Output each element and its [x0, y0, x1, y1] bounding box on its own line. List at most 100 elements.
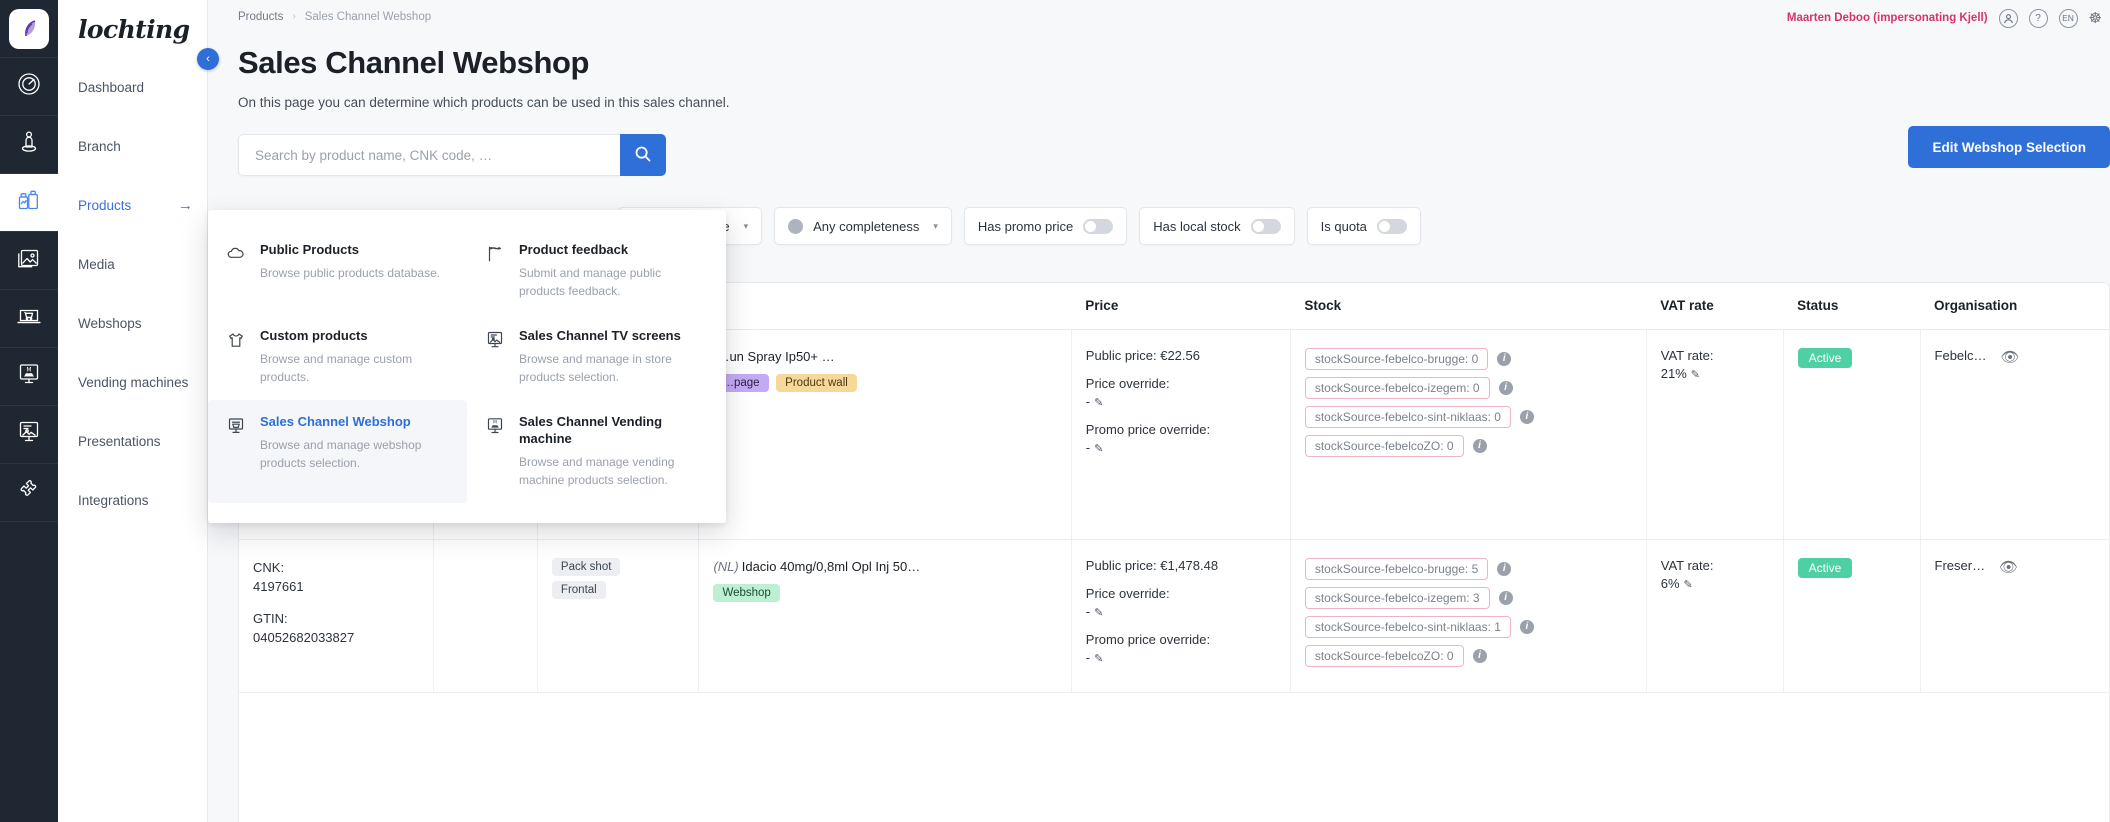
user-name[interactable]: Maarten Deboo (impersonating Kjell)	[1787, 12, 1988, 24]
cell-product: …un Spray Ip50+ … …page Product wall	[698, 329, 1072, 540]
info-icon[interactable]: i	[1472, 648, 1487, 663]
is-quota-toggle[interactable]	[1376, 218, 1407, 234]
app-logo[interactable]	[0, 0, 58, 58]
rail-item-branch[interactable]	[0, 116, 58, 174]
user-circle-icon[interactable]	[1998, 8, 2018, 28]
edit-pencil-icon[interactable]: ✎	[1094, 653, 1103, 665]
col-vat-rate: VAT rate	[1646, 283, 1784, 330]
edit-pencil-icon[interactable]: ✎	[1094, 607, 1103, 619]
cell-stock: stockSource-febelco-brugge: 5 i stockSou…	[1289, 539, 1647, 693]
has-local-stock-toggle[interactable]	[1250, 218, 1281, 234]
sidebar-item-branch[interactable]: Branch	[58, 117, 207, 176]
sidebar-item-media[interactable]: Media	[58, 235, 207, 294]
rail-item-webshops[interactable]	[0, 290, 58, 348]
col-status: Status	[1783, 283, 1921, 330]
stock-row: stockSource-febelco-brugge: 0 i	[1304, 347, 1632, 370]
menu-item-custom-products[interactable]: Custom products Browse and manage custom…	[208, 314, 467, 400]
stock-row: stockSource-febelco-izegem: 0 i	[1304, 376, 1632, 399]
table-row[interactable]: CNK: 4197661 GTIN: 04052682033827 Pack s…	[239, 539, 2109, 693]
info-icon[interactable]: i	[1498, 380, 1513, 395]
edit-pencil-icon[interactable]: ✎	[1691, 369, 1700, 381]
search-icon	[634, 145, 652, 166]
has-promo-price-toggle[interactable]	[1083, 218, 1114, 234]
sidebar-item-products[interactable]: Products →	[58, 176, 207, 235]
rail-item-integrations[interactable]	[0, 464, 58, 522]
rail-item-presentations[interactable]	[0, 406, 58, 464]
rail-item-media[interactable]	[0, 232, 58, 290]
stock-chip[interactable]: stockSource-febelco-brugge: 5	[1304, 557, 1489, 580]
chevron-down-icon: ▾	[933, 220, 938, 231]
rail-item-products[interactable]	[0, 174, 58, 232]
info-icon[interactable]: i	[1497, 561, 1512, 576]
stock-chip[interactable]: stockSource-febelcoZO: 0	[1304, 644, 1464, 667]
gtin-label: GTIN:	[253, 610, 288, 626]
svg-text:M: M	[26, 366, 31, 373]
filter-any-completeness[interactable]: Any completeness ▾	[774, 207, 952, 245]
question-mark-icon[interactable]: ?	[2028, 8, 2048, 28]
product-tags: …page Product wall	[713, 374, 1056, 397]
info-icon[interactable]: i	[1472, 438, 1487, 453]
brand-logo[interactable]: lochting	[58, 0, 207, 58]
info-icon[interactable]: i	[1519, 409, 1534, 424]
collapse-sidebar-button[interactable]: ‹	[197, 48, 219, 70]
brand-wordmark: lochting	[78, 14, 190, 44]
info-icon[interactable]: i	[1519, 619, 1534, 634]
gtin-block: GTIN: 04052682033827	[253, 609, 419, 648]
search-button[interactable]	[620, 134, 666, 176]
menu-item-product-feedback[interactable]: Product feedback Submit and manage publi…	[467, 228, 726, 314]
language-selector[interactable]: EN	[2058, 8, 2078, 28]
sidebar-item-integrations[interactable]: Integrations	[58, 471, 207, 530]
tag: Product wall	[776, 374, 857, 393]
edit-pencil-icon[interactable]: ✎	[1094, 397, 1103, 409]
menu-item-sales-channel-vending-machine[interactable]: M Sales Channel Vending machine Browse a…	[467, 400, 726, 503]
cell-organisation: Freser… 👁	[1919, 539, 2109, 693]
stock-row: stockSource-febelco-brugge: 5 i	[1304, 557, 1632, 580]
menu-item-sales-channel-webshop[interactable]: Sales Channel Webshop Browse and manage …	[208, 399, 467, 503]
menu-item-public-products[interactable]: Public Products Browse public products d…	[208, 228, 467, 314]
stock-chip[interactable]: stockSource-febelco-izegem: 3	[1304, 586, 1490, 609]
search-box[interactable]	[238, 134, 620, 176]
filter-is-quota[interactable]: Is quota	[1306, 207, 1421, 245]
edit-pencil-icon[interactable]: ✎	[1684, 579, 1693, 591]
breadcrumb-item-products[interactable]: Products	[238, 11, 283, 23]
product-name[interactable]: (NL) Idacio 40mg/0,8ml Opl Inj 50…	[713, 558, 1056, 577]
gtin-value: 04052682033827	[253, 630, 355, 645]
stock-chip[interactable]: stockSource-febelco-izegem: 0	[1304, 376, 1490, 399]
sidebar-item-label: Presentations	[78, 434, 161, 449]
price-override-label: Price override:	[1085, 375, 1170, 391]
cell-select[interactable]	[432, 539, 538, 693]
cell-stock: stockSource-febelco-brugge: 0 i stockSou…	[1289, 329, 1647, 540]
eye-icon[interactable]: 👁	[2001, 348, 2020, 366]
eye-icon[interactable]: 👁	[1999, 558, 2018, 576]
menu-item-title: Sales Channel Vending machine	[519, 413, 663, 446]
edit-pencil-icon[interactable]: ✎	[1094, 443, 1103, 455]
product-locale: (NL)	[713, 558, 739, 574]
sidebar-item-presentations[interactable]: Presentations	[58, 412, 207, 471]
stock-chip[interactable]: stockSource-febelcoZO: 0	[1304, 434, 1464, 457]
bell-icon[interactable]: ☸	[2089, 11, 2102, 26]
info-icon[interactable]: i	[1498, 590, 1513, 605]
shot-tag: Frontal	[551, 580, 606, 599]
sidebar-item-vending-machines[interactable]: Vending machines	[58, 353, 207, 412]
filter-has-local-stock[interactable]: Has local stock	[1139, 207, 1295, 245]
col-organisation: Organisation	[1920, 283, 2109, 330]
cloud-icon	[226, 242, 246, 300]
stock-chip[interactable]: stockSource-febelco-sint-niklaas: 0	[1304, 405, 1511, 428]
edit-webshop-selection-button[interactable]: Edit Webshop Selection	[1908, 126, 2110, 168]
sidebar-item-label: Media	[78, 257, 115, 272]
filter-has-promo-price[interactable]: Has promo price	[963, 207, 1128, 245]
search-input[interactable]	[255, 147, 604, 163]
info-icon[interactable]: i	[1497, 351, 1512, 366]
stock-chip[interactable]: stockSource-febelco-brugge: 0	[1304, 347, 1489, 370]
person-pin-icon	[16, 129, 42, 160]
menu-item-sales-channel-tv-screens[interactable]: Sales Channel TV screens Browse and mana…	[467, 314, 726, 400]
rail-item-vending-machines[interactable]: M	[0, 348, 58, 406]
breadcrumb-item-current[interactable]: Sales Channel Webshop	[305, 11, 431, 23]
menu-item-desc: Submit and manage public products feedba…	[519, 265, 662, 298]
sidebar-item-webshops[interactable]: Webshops	[58, 294, 207, 353]
rail-item-dashboard[interactable]	[0, 58, 58, 116]
sidebar-item-dashboard[interactable]: Dashboard	[58, 58, 207, 117]
product-name[interactable]: …un Spray Ip50+ …	[713, 348, 1056, 367]
stock-chip[interactable]: stockSource-febelco-sint-niklaas: 1	[1304, 615, 1511, 638]
completeness-dot-icon	[788, 218, 804, 234]
